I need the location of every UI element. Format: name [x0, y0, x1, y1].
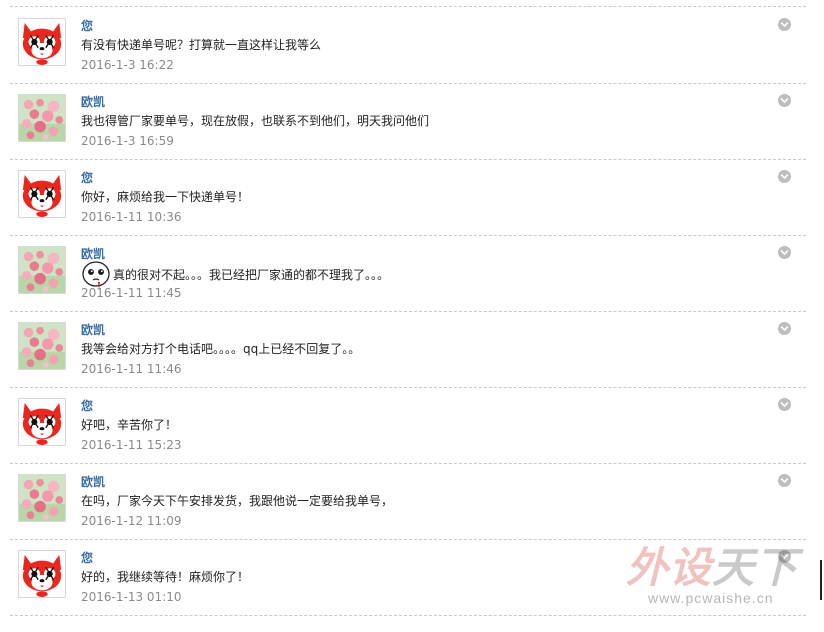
- message-menu-chevron-icon[interactable]: [778, 94, 791, 107]
- message-text-content: 在吗，厂家今天下午安排发货，我跟他说一定要给我单号，: [81, 494, 394, 508]
- message-item: 您有没有快递单号呢？打算就一直这样让我等么 2016-1-3 16:22: [10, 7, 806, 84]
- customer-avatar[interactable]: [18, 398, 66, 446]
- sender-name[interactable]: 欧凯: [81, 93, 105, 110]
- scrollbar-edge[interactable]: [820, 560, 822, 600]
- message-item: 欧凯我等会给对方打个电话吧。。。。qq上已经不回复了。。 2016-1-11 11…: [10, 311, 806, 388]
- message-menu-chevron-icon[interactable]: [778, 474, 791, 487]
- sender-name[interactable]: 欧凯: [81, 245, 105, 262]
- message-thread: 您有没有快递单号呢？打算就一直这样让我等么 2016-1-3 16:22 欧凯 我也得…: [10, 0, 806, 632]
- message-text: 你好，麻烦给我一下快递单号！: [81, 189, 249, 205]
- sender-name[interactable]: 欧凯: [81, 473, 105, 490]
- message-item: 您好吧，辛苦你了！ 2016-1-11 15:23: [10, 387, 806, 464]
- message-timestamp: 2016-1-12 11:09: [81, 514, 182, 528]
- sender-name[interactable]: 您: [81, 169, 93, 186]
- message-menu-chevron-icon[interactable]: [778, 170, 791, 183]
- message-text: 我等会给对方打个电话吧。。。。qq上已经不回复了。。: [81, 341, 360, 357]
- message-item: 您你好，麻烦给我一下快递单号！ 2016-1-11 10:36: [10, 159, 806, 236]
- seller-avatar[interactable]: [18, 94, 66, 142]
- message-timestamp: 2016-1-3 16:22: [81, 58, 174, 72]
- message-menu-chevron-icon[interactable]: [778, 398, 791, 411]
- message-text-content: 真的很对不起。。。我已经把厂家通的都不理我了。。。: [113, 268, 390, 282]
- customer-avatar[interactable]: [18, 550, 66, 598]
- sender-name[interactable]: 您: [81, 549, 93, 566]
- seller-avatar[interactable]: [18, 474, 66, 522]
- seller-avatar[interactable]: [18, 322, 66, 370]
- message-item: 欧凯我也得管厂家要单号，现在放假，也联系不到他们，明天我问他们 2016-1-3 …: [10, 83, 806, 160]
- message-timestamp: 2016-1-11 15:23: [81, 438, 182, 452]
- message-timestamp: 2016-1-11 10:36: [81, 210, 182, 224]
- message-menu-chevron-icon[interactable]: [778, 322, 791, 335]
- message-text: 我也得管厂家要单号，现在放假，也联系不到他们，明天我问他们: [81, 113, 429, 129]
- message-text: 好的，我继续等待！麻烦你了！: [81, 569, 249, 585]
- message-text-content: 好的，我继续等待！麻烦你了！: [81, 570, 250, 584]
- message-text-content: 我等会给对方打个电话吧。。。。qq上已经不回复了。。: [81, 342, 361, 356]
- message-text-content: 我也得管厂家要单号，现在放假，也联系不到他们，明天我问他们: [81, 114, 430, 128]
- message-text: 在吗，厂家今天下午安排发货，我跟他说一定要给我单号，: [81, 493, 393, 509]
- sender-name[interactable]: 您: [81, 397, 93, 414]
- message-text: 有没有快递单号呢？打算就一直这样让我等么: [81, 37, 321, 53]
- message-menu-chevron-icon[interactable]: [778, 18, 791, 31]
- customer-avatar[interactable]: [18, 170, 66, 218]
- message-text-content: 有没有快递单号呢？打算就一直这样让我等么: [81, 38, 322, 52]
- message-item: 欧凯 真的很对不起。。。我已经把厂家通的都不理我了。。。 2016-1-11 11:…: [10, 235, 806, 312]
- seller-avatar[interactable]: [18, 246, 66, 294]
- sender-name[interactable]: 欧凯: [81, 321, 105, 338]
- sender-name[interactable]: 您: [81, 17, 93, 34]
- message-timestamp: 2016-1-11 11:45: [81, 286, 182, 300]
- message-text-content: 你好，麻烦给我一下快递单号！: [81, 190, 250, 204]
- message-text-content: 好吧，辛苦你了！: [81, 418, 178, 432]
- message-timestamp: 2016-1-3 16:59: [81, 134, 174, 148]
- message-item: 欧凯在吗，厂家今天下午安排发货，我跟他说一定要给我单号， 2016-1-12 11…: [10, 463, 806, 540]
- customer-avatar[interactable]: [18, 18, 66, 66]
- message-item: 您好的，我继续等待！麻烦你了！ 2016-1-13 01:10: [10, 539, 806, 616]
- message-text: 好吧，辛苦你了！: [81, 417, 177, 433]
- message-timestamp: 2016-1-13 01:10: [81, 590, 182, 604]
- message-menu-chevron-icon[interactable]: [778, 550, 791, 563]
- message-menu-chevron-icon[interactable]: [778, 246, 791, 259]
- message-timestamp: 2016-1-11 11:46: [81, 362, 182, 376]
